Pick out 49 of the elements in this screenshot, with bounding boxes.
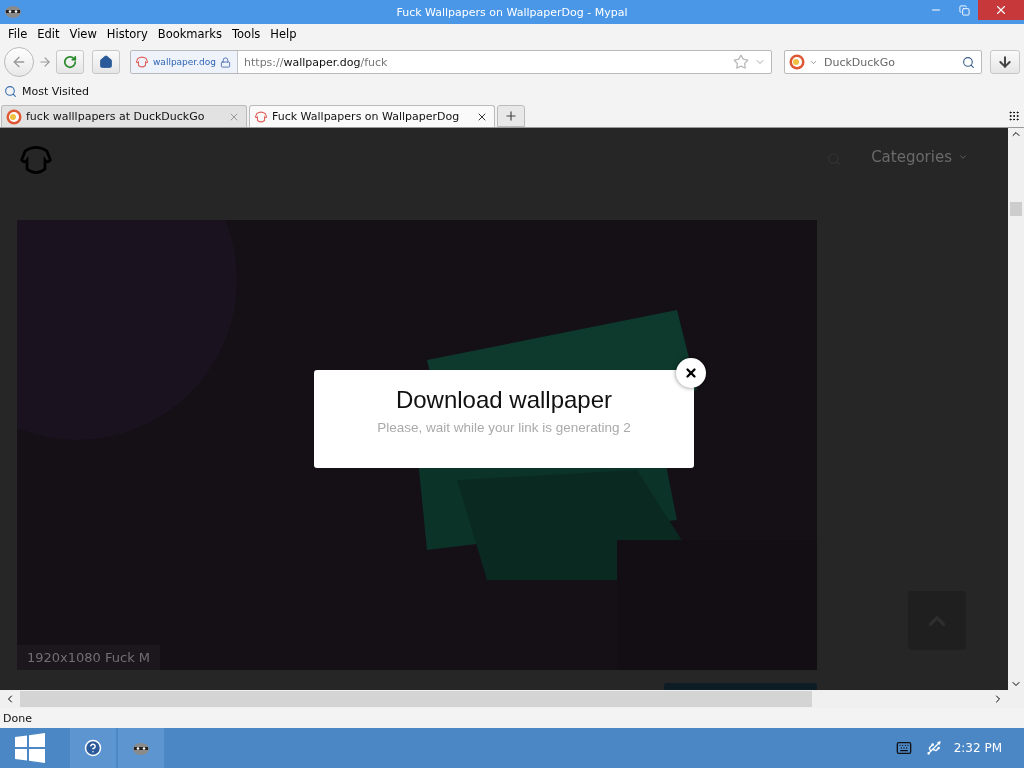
bookmark-label: Most Visited <box>22 84 89 98</box>
windows-logo-icon <box>15 733 45 763</box>
home-icon <box>99 55 113 69</box>
duck-icon <box>6 108 22 125</box>
menu-item[interactable]: Edit <box>33 27 64 41</box>
menu-item[interactable]: Tools <box>228 27 265 41</box>
clock: 2:32 PM <box>953 741 1002 755</box>
magnifier-icon <box>4 84 17 98</box>
search-icon <box>962 55 975 69</box>
site-identity: wallpaper.dog <box>153 57 217 67</box>
caret-icon <box>958 152 968 162</box>
plus-icon <box>504 109 518 123</box>
address-bar[interactable]: wallpaper.dog https://wallpaper.dog/fuck <box>130 50 772 74</box>
keyboard-icon <box>895 740 912 756</box>
reload-icon <box>63 55 77 69</box>
scroll-thumb[interactable] <box>1010 202 1022 216</box>
back-button[interactable] <box>4 47 34 77</box>
menu-item[interactable]: Bookmarks <box>153 27 226 41</box>
reload-button[interactable] <box>56 50 84 74</box>
bookmark-star-icon[interactable] <box>733 54 749 70</box>
help-icon <box>84 739 102 757</box>
menu-item[interactable]: File <box>4 27 32 41</box>
browser-tab[interactable]: Fuck Wallpapers on WallpaperDog <box>249 105 495 127</box>
grid-icon[interactable] <box>1008 110 1020 122</box>
download-arrow-icon <box>997 54 1013 70</box>
scroll-thumb[interactable] <box>20 691 812 707</box>
menu-item[interactable]: History <box>102 27 152 41</box>
duck-icon <box>789 54 805 70</box>
url-text: https://wallpaper.dog/fuck <box>244 55 389 69</box>
close-icon <box>684 366 698 380</box>
window-title: Fuck Wallpapers on WallpaperDog - Mypal <box>395 5 629 19</box>
menu-item[interactable]: View <box>65 27 101 41</box>
help-app-button[interactable] <box>70 728 116 768</box>
menu-item[interactable]: Help <box>266 27 301 41</box>
restore-icon <box>958 4 970 16</box>
forward-button[interactable] <box>38 55 52 69</box>
tab-label: fuck walllpapers at DuckDuckGo <box>26 110 206 123</box>
image-caption: 1920x1080 Fuck M <box>17 645 161 670</box>
home-button[interactable] <box>92 50 120 74</box>
browser-tab[interactable]: fuck walllpapers at DuckDuckGo <box>1 105 247 127</box>
bookmark-item[interactable]: Most Visited <box>4 84 89 98</box>
usb-icon <box>925 740 942 756</box>
dialog-title: Download wallpaper <box>395 386 613 414</box>
search-field[interactable]: DuckDuckGo <box>784 50 982 74</box>
close-icon <box>994 3 1008 17</box>
lock-icon <box>220 56 232 68</box>
dialog-message: Please, wait while your link is generating 2 <box>377 420 631 435</box>
tab-label: Fuck Wallpapers on WallpaperDog <box>272 110 461 123</box>
new-tab-button[interactable] <box>497 105 525 127</box>
